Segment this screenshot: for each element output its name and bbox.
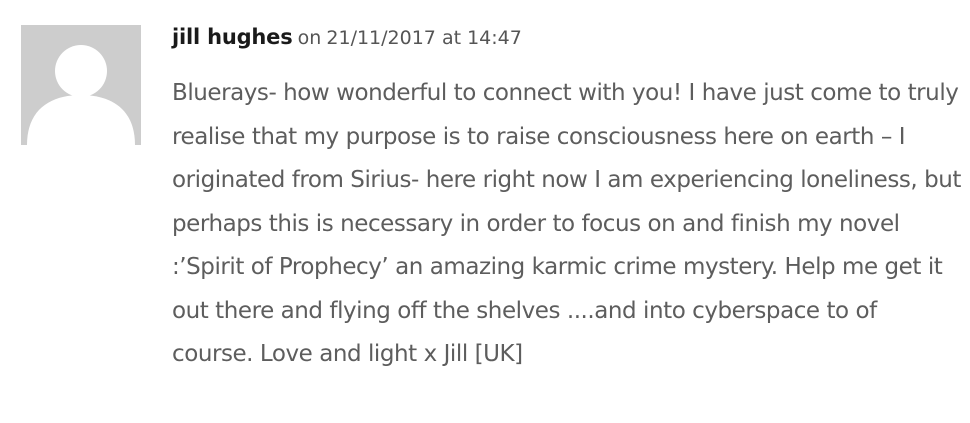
comment-author[interactable]: jill hughes: [172, 25, 293, 49]
comment: jill hughes on 21/11/2017 at 14:47 Bluer…: [0, 0, 970, 423]
default-avatar-icon: [21, 25, 141, 145]
comment-date[interactable]: 21/11/2017 at 14:47: [326, 27, 521, 49]
comment-meta: jill hughes on 21/11/2017 at 14:47: [172, 21, 522, 55]
comment-body: Bluerays- how wonderful to connect with …: [172, 80, 961, 367]
avatar: [21, 25, 141, 145]
comment-on-word: on: [297, 27, 322, 49]
